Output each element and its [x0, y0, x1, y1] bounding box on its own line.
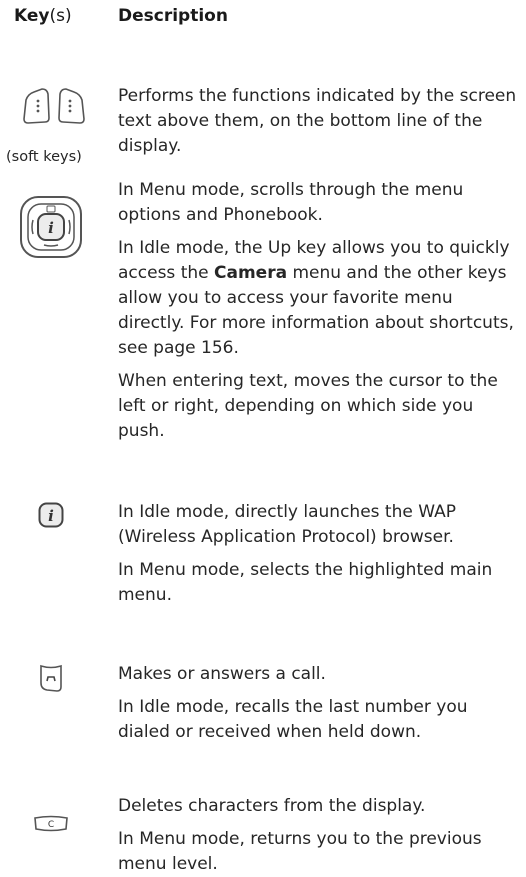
paragraph: In Menu mode, scrolls through the menu o…: [118, 180, 464, 225]
clear-key-icon: C: [34, 815, 68, 832]
paragraph: Makes or answers a call.: [118, 664, 326, 684]
soft-keys-caption: (soft keys): [6, 149, 82, 165]
paragraph: Deletes characters from the display.: [118, 796, 426, 816]
paragraph: Performs the functions indicated by the …: [118, 86, 517, 156]
send-key-icon: [40, 664, 62, 692]
nav-center-glyph: i: [48, 219, 54, 237]
key-column-header: Key(s): [14, 6, 72, 26]
description-send-key: Makes or answers a call. In Idle mode, r…: [118, 662, 520, 745]
wap-glyph: i: [48, 507, 54, 525]
description-wap-key: In Idle mode, directly launches the WAP …: [118, 500, 520, 608]
paragraph: In Idle mode, directly launches the WAP …: [118, 502, 456, 547]
paragraph: When entering text, moves the cursor to …: [118, 371, 498, 441]
description-clear-key: Deletes characters from the display. In …: [118, 794, 520, 877]
paragraph: In Menu mode, selects the highlighted ma…: [118, 560, 493, 605]
paragraph: In Idle mode, recalls the last number yo…: [118, 697, 468, 742]
description-column-header: Description: [118, 6, 228, 26]
soft-keys-icon: [23, 88, 85, 124]
description-navigation-keys: In Menu mode, scrolls through the menu o…: [118, 178, 520, 444]
wap-key-icon: i: [38, 502, 64, 528]
description-soft-keys: Performs the functions indicated by the …: [118, 84, 520, 159]
navigation-keys-icon: i: [20, 196, 82, 258]
paragraph: In Menu mode, returns you to the previou…: [118, 829, 482, 874]
clear-glyph: C: [48, 820, 54, 830]
paragraph: In Idle mode, the Up key allows you to q…: [118, 238, 514, 358]
